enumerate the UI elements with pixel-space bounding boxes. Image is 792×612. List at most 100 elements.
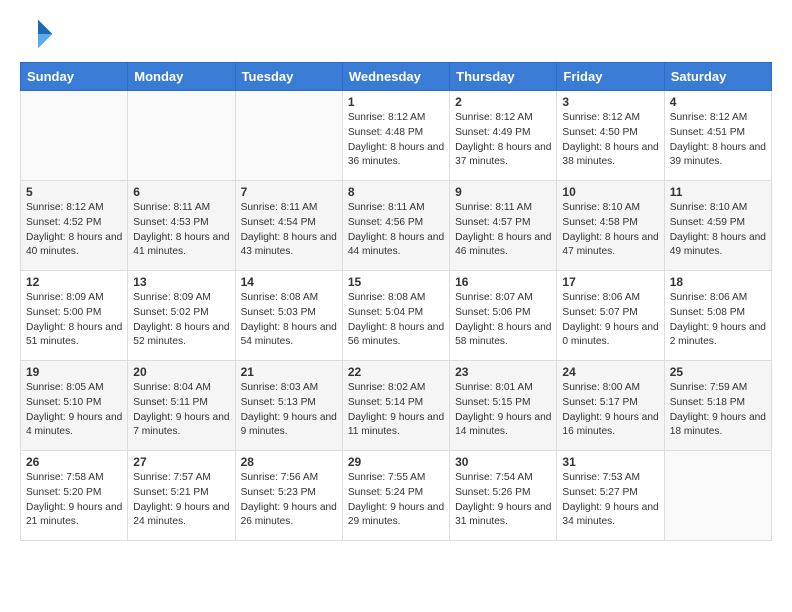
day-info: Sunrise: 8:05 AMSunset: 5:10 PMDaylight:… [26, 381, 122, 440]
day-number: 23 [455, 365, 551, 379]
day-number: 6 [133, 185, 229, 199]
day-number: 11 [670, 185, 766, 199]
calendar-week-4: 19 Sunrise: 8:05 AMSunset: 5:10 PMDayligh… [21, 361, 772, 451]
day-info: Sunrise: 8:01 AMSunset: 5:15 PMDaylight:… [455, 381, 551, 440]
day-number: 9 [455, 185, 551, 199]
day-info: Sunrise: 7:53 AMSunset: 5:27 PMDaylight:… [562, 471, 658, 530]
weekday-header-row: SundayMondayTuesdayWednesdayThursdayFrid… [21, 63, 772, 91]
calendar-cell: 22 Sunrise: 8:02 AMSunset: 5:14 PMDayligh… [342, 361, 449, 451]
day-number: 13 [133, 275, 229, 289]
day-info: Sunrise: 8:04 AMSunset: 5:11 PMDaylight:… [133, 381, 229, 440]
calendar-cell: 28 Sunrise: 7:56 AMSunset: 5:23 PMDayligh… [235, 451, 342, 541]
calendar-cell: 6 Sunrise: 8:11 AMSunset: 4:53 PMDaylight… [128, 181, 235, 271]
calendar-cell [664, 451, 771, 541]
calendar-cell: 21 Sunrise: 8:03 AMSunset: 5:13 PMDayligh… [235, 361, 342, 451]
day-number: 30 [455, 455, 551, 469]
calendar-cell: 11 Sunrise: 8:10 AMSunset: 4:59 PMDayligh… [664, 181, 771, 271]
calendar-cell: 13 Sunrise: 8:09 AMSunset: 5:02 PMDayligh… [128, 271, 235, 361]
weekday-tuesday: Tuesday [235, 63, 342, 91]
calendar-cell: 5 Sunrise: 8:12 AMSunset: 4:52 PMDaylight… [21, 181, 128, 271]
calendar-cell: 2 Sunrise: 8:12 AMSunset: 4:49 PMDaylight… [450, 91, 557, 181]
day-number: 28 [241, 455, 337, 469]
day-info: Sunrise: 7:58 AMSunset: 5:20 PMDaylight:… [26, 471, 122, 530]
weekday-monday: Monday [128, 63, 235, 91]
day-number: 20 [133, 365, 229, 379]
page: SundayMondayTuesdayWednesdayThursdayFrid… [0, 0, 792, 561]
calendar-cell: 23 Sunrise: 8:01 AMSunset: 5:15 PMDayligh… [450, 361, 557, 451]
day-number: 15 [348, 275, 444, 289]
day-info: Sunrise: 8:12 AMSunset: 4:50 PMDaylight:… [562, 111, 658, 170]
day-info: Sunrise: 8:02 AMSunset: 5:14 PMDaylight:… [348, 381, 444, 440]
calendar-cell: 24 Sunrise: 8:00 AMSunset: 5:17 PMDayligh… [557, 361, 664, 451]
day-number: 17 [562, 275, 658, 289]
day-info: Sunrise: 8:07 AMSunset: 5:06 PMDaylight:… [455, 291, 551, 350]
day-number: 19 [26, 365, 122, 379]
day-number: 26 [26, 455, 122, 469]
calendar-cell [128, 91, 235, 181]
day-info: Sunrise: 8:12 AMSunset: 4:52 PMDaylight:… [26, 201, 122, 260]
day-info: Sunrise: 8:10 AMSunset: 4:59 PMDaylight:… [670, 201, 766, 260]
day-number: 5 [26, 185, 122, 199]
day-info: Sunrise: 8:12 AMSunset: 4:48 PMDaylight:… [348, 111, 444, 170]
day-number: 12 [26, 275, 122, 289]
calendar-cell: 14 Sunrise: 8:08 AMSunset: 5:03 PMDayligh… [235, 271, 342, 361]
calendar-cell: 16 Sunrise: 8:07 AMSunset: 5:06 PMDayligh… [450, 271, 557, 361]
calendar-cell: 19 Sunrise: 8:05 AMSunset: 5:10 PMDayligh… [21, 361, 128, 451]
day-info: Sunrise: 8:00 AMSunset: 5:17 PMDaylight:… [562, 381, 658, 440]
calendar-cell: 1Sunrise: 8:12 AMSunset: 4:48 PMDaylight… [342, 91, 449, 181]
day-info: Sunrise: 8:09 AMSunset: 5:02 PMDaylight:… [133, 291, 229, 350]
header [20, 16, 772, 52]
calendar-week-5: 26 Sunrise: 7:58 AMSunset: 5:20 PMDayligh… [21, 451, 772, 541]
logo-icon [20, 16, 56, 52]
calendar-cell: 8 Sunrise: 8:11 AMSunset: 4:56 PMDaylight… [342, 181, 449, 271]
day-info: Sunrise: 8:11 AMSunset: 4:56 PMDaylight:… [348, 201, 444, 260]
day-number: 27 [133, 455, 229, 469]
weekday-thursday: Thursday [450, 63, 557, 91]
calendar-cell: 10Sunrise: 8:10 AMSunset: 4:58 PMDayligh… [557, 181, 664, 271]
day-info: Sunrise: 8:12 AMSunset: 4:49 PMDaylight:… [455, 111, 551, 170]
calendar-cell: 30 Sunrise: 7:54 AMSunset: 5:26 PMDayligh… [450, 451, 557, 541]
calendar-cell: 9Sunrise: 8:11 AMSunset: 4:57 PMDaylight… [450, 181, 557, 271]
day-number: 31 [562, 455, 658, 469]
day-number: 4 [670, 95, 766, 109]
day-info: Sunrise: 8:06 AMSunset: 5:08 PMDaylight:… [670, 291, 766, 350]
day-info: Sunrise: 7:59 AMSunset: 5:18 PMDaylight:… [670, 381, 766, 440]
calendar-cell: 3Sunrise: 8:12 AMSunset: 4:50 PMDaylight… [557, 91, 664, 181]
day-info: Sunrise: 7:56 AMSunset: 5:23 PMDaylight:… [241, 471, 337, 530]
day-info: Sunrise: 8:11 AMSunset: 4:53 PMDaylight:… [133, 201, 229, 260]
day-info: Sunrise: 8:12 AMSunset: 4:51 PMDaylight:… [670, 111, 766, 170]
day-number: 10 [562, 185, 658, 199]
day-info: Sunrise: 7:54 AMSunset: 5:26 PMDaylight:… [455, 471, 551, 530]
calendar-cell: 15Sunrise: 8:08 AMSunset: 5:04 PMDayligh… [342, 271, 449, 361]
day-number: 22 [348, 365, 444, 379]
calendar-cell: 29Sunrise: 7:55 AMSunset: 5:24 PMDayligh… [342, 451, 449, 541]
day-number: 16 [455, 275, 551, 289]
day-number: 8 [348, 185, 444, 199]
calendar-cell: 12Sunrise: 8:09 AMSunset: 5:00 PMDayligh… [21, 271, 128, 361]
calendar-cell: 7Sunrise: 8:11 AMSunset: 4:54 PMDaylight… [235, 181, 342, 271]
calendar: SundayMondayTuesdayWednesdayThursdayFrid… [20, 62, 772, 541]
logo [20, 16, 60, 52]
calendar-cell: 26 Sunrise: 7:58 AMSunset: 5:20 PMDayligh… [21, 451, 128, 541]
day-number: 2 [455, 95, 551, 109]
day-number: 14 [241, 275, 337, 289]
calendar-cell: 27Sunrise: 7:57 AMSunset: 5:21 PMDayligh… [128, 451, 235, 541]
weekday-friday: Friday [557, 63, 664, 91]
calendar-cell: 17 Sunrise: 8:06 AMSunset: 5:07 PMDayligh… [557, 271, 664, 361]
weekday-saturday: Saturday [664, 63, 771, 91]
day-number: 24 [562, 365, 658, 379]
day-info: Sunrise: 7:55 AMSunset: 5:24 PMDaylight:… [348, 471, 444, 530]
day-number: 21 [241, 365, 337, 379]
calendar-cell [235, 91, 342, 181]
calendar-cell [21, 91, 128, 181]
weekday-wednesday: Wednesday [342, 63, 449, 91]
day-info: Sunrise: 8:03 AMSunset: 5:13 PMDaylight:… [241, 381, 337, 440]
calendar-week-3: 12Sunrise: 8:09 AMSunset: 5:00 PMDayligh… [21, 271, 772, 361]
calendar-cell: 25Sunrise: 7:59 AMSunset: 5:18 PMDayligh… [664, 361, 771, 451]
calendar-cell: 20 Sunrise: 8:04 AMSunset: 5:11 PMDayligh… [128, 361, 235, 451]
day-info: Sunrise: 8:08 AMSunset: 5:03 PMDaylight:… [241, 291, 337, 350]
calendar-week-2: 5 Sunrise: 8:12 AMSunset: 4:52 PMDaylight… [21, 181, 772, 271]
calendar-cell: 18Sunrise: 8:06 AMSunset: 5:08 PMDayligh… [664, 271, 771, 361]
calendar-cell: 31 Sunrise: 7:53 AMSunset: 5:27 PMDayligh… [557, 451, 664, 541]
day-info: Sunrise: 8:06 AMSunset: 5:07 PMDaylight:… [562, 291, 658, 350]
